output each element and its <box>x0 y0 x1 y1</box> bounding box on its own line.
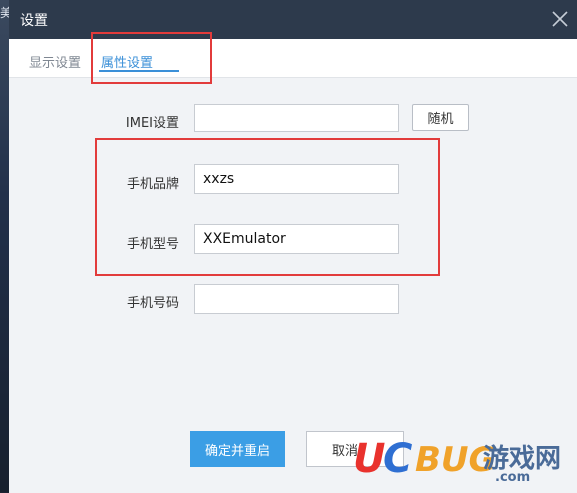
site-watermark: U C BUG 游戏网 .com <box>353 430 577 492</box>
close-icon <box>552 11 568 27</box>
dialog-titlebar: 设置 <box>9 0 577 39</box>
brand-label: 手机品牌 <box>126 177 179 192</box>
watermark-letter-c: C <box>383 436 413 482</box>
phone-number-input[interactable] <box>194 284 399 314</box>
tab-bar: 显示设置 属性设置 <box>9 39 577 77</box>
dialog-title: 设置 <box>20 13 48 29</box>
close-button[interactable] <box>547 6 573 32</box>
random-imei-button[interactable]: 随机 <box>412 104 469 131</box>
model-input[interactable] <box>194 224 399 254</box>
confirm-restart-button[interactable]: 确定并重启 <box>190 431 285 467</box>
imei-label: IMEI设置 <box>125 116 179 131</box>
active-tab-indicator <box>99 70 179 72</box>
watermark-domain: .com <box>495 470 531 485</box>
model-label: 手机型号 <box>126 237 179 252</box>
background-window-edge: 美 <box>0 0 12 492</box>
tab-property-settings[interactable]: 属性设置 <box>101 52 153 71</box>
settings-dialog: 设置 显示设置 属性设置 IMEI设置 随机 手机品牌 手机型号 手机号码 确定… <box>9 0 577 493</box>
imei-input[interactable] <box>194 104 399 132</box>
tab-display-settings[interactable]: 显示设置 <box>29 52 81 71</box>
watermark-letter-u: U <box>353 436 386 482</box>
phone-number-label: 手机号码 <box>126 296 179 311</box>
brand-input[interactable] <box>194 164 399 194</box>
